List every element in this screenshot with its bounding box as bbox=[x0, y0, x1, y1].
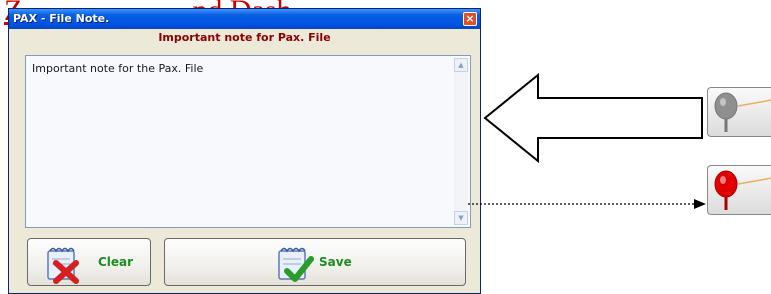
note-scrollbar[interactable]: ▲ ▼ bbox=[454, 58, 468, 225]
annotation-arrow bbox=[483, 73, 703, 163]
pin-red-icon bbox=[714, 170, 771, 210]
pin-button-inactive[interactable] bbox=[707, 87, 771, 137]
save-button[interactable]: Save bbox=[164, 238, 466, 286]
close-button[interactable]: × bbox=[463, 12, 477, 26]
pax-file-note-dialog: PAX - File Note. × Important note for Pa… bbox=[8, 8, 481, 294]
clear-note-icon bbox=[47, 247, 79, 284]
scroll-up-icon[interactable]: ▲ bbox=[454, 58, 468, 72]
dotted-connector-arrow bbox=[468, 199, 706, 209]
clear-button[interactable]: Clear bbox=[27, 238, 151, 286]
note-input[interactable]: Important note for the Pax. File bbox=[32, 62, 442, 222]
pin-grey-icon bbox=[714, 92, 771, 132]
window-title: PAX - File Note. bbox=[13, 12, 110, 25]
save-note-icon bbox=[278, 247, 314, 282]
save-button-label: Save bbox=[319, 255, 352, 269]
close-icon: × bbox=[465, 12, 475, 25]
note-text-area[interactable]: Important note for the Pax. File ▲ ▼ bbox=[25, 55, 471, 228]
note-heading: Important note for Pax. File bbox=[158, 31, 331, 44]
scroll-down-icon[interactable]: ▼ bbox=[454, 211, 468, 225]
pin-button-active[interactable] bbox=[707, 165, 771, 215]
title-bar[interactable]: PAX - File Note. × bbox=[9, 9, 480, 29]
clear-button-label: Clear bbox=[98, 255, 134, 269]
